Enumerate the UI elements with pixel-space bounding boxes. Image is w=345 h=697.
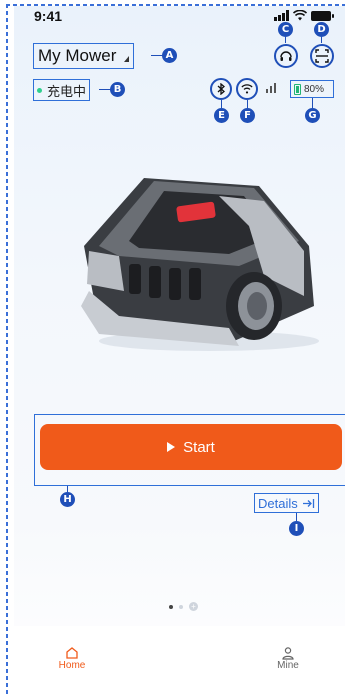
- scan-glyph-icon: [315, 49, 329, 63]
- annotation-leader-e: [221, 100, 222, 108]
- device-selector[interactable]: My Mower: [33, 43, 135, 69]
- cellular-signal-icon: [274, 10, 289, 21]
- app-screen: 9:41 My Mower A 充电中 B C D E F 80% G Star…: [14, 6, 345, 697]
- arrow-right-to-line-icon: [302, 498, 314, 508]
- status-bar: 9:41: [14, 6, 345, 28]
- bottom-tab-bar: Home Mine: [14, 626, 345, 697]
- tab-mine-label: Mine: [277, 660, 299, 671]
- mower-illustration: [81, 178, 319, 351]
- annotation-marker-c: C: [278, 22, 293, 37]
- annotation-marker-g: G: [305, 108, 320, 123]
- annotation-marker-b: B: [110, 82, 125, 97]
- page-indicator: +: [169, 602, 198, 611]
- device-status-badge: 充电中: [33, 79, 91, 101]
- headset-glyph-icon: [280, 51, 292, 61]
- start-mowing-button[interactable]: Start: [40, 424, 342, 470]
- bluetooth-icon[interactable]: [210, 78, 232, 100]
- support-headset-icon[interactable]: [274, 44, 298, 68]
- annotation-leader-d: [321, 37, 322, 43]
- user-icon: [282, 647, 294, 660]
- annotation-marker-d: D: [314, 22, 329, 37]
- annotation-marker-f: F: [240, 108, 255, 123]
- device-battery-indicator: 80%: [290, 80, 334, 98]
- tab-home[interactable]: Home: [42, 646, 102, 671]
- device-wifi-icon[interactable]: [236, 78, 258, 100]
- tab-home-label: Home: [58, 660, 86, 671]
- annotation-marker-i: I: [289, 521, 304, 536]
- annotation-leader-c: [285, 37, 286, 43]
- tab-mine[interactable]: Mine: [258, 646, 318, 671]
- annotation-marker-a: A: [162, 48, 177, 63]
- details-label: Details: [258, 495, 298, 511]
- start-button-label: Start: [183, 438, 215, 456]
- scan-icon[interactable]: [310, 44, 334, 68]
- annotation-marker-e: E: [214, 108, 229, 123]
- page-dot[interactable]: [179, 604, 183, 609]
- status-icons: [274, 10, 334, 21]
- annotation-frame-left: [6, 4, 8, 697]
- status-dot-icon: [37, 87, 42, 93]
- home-icon: [66, 647, 78, 659]
- annotation-marker-h: H: [60, 492, 75, 507]
- play-icon: [167, 442, 176, 452]
- add-device-icon[interactable]: +: [189, 602, 198, 611]
- battery-percent: 80%: [304, 83, 325, 95]
- details-link[interactable]: Details: [254, 493, 319, 513]
- status-time: 9:41: [34, 8, 63, 24]
- device-status-text: 充电中: [47, 83, 87, 99]
- device-signal-icon: [266, 82, 276, 93]
- annotation-leader-f: [247, 100, 248, 108]
- wifi-glyph-icon: [241, 84, 253, 94]
- wifi-icon: [293, 10, 307, 21]
- annotation-leader-i: [296, 513, 297, 521]
- annotation-leader-g: [312, 98, 313, 108]
- page-dot-active[interactable]: [169, 604, 173, 609]
- dropdown-caret-icon: [124, 56, 130, 62]
- bluetooth-glyph-icon: [217, 83, 225, 95]
- device-name: My Mower: [38, 46, 117, 65]
- phone-battery-icon: [311, 10, 334, 21]
- battery-icon: [294, 83, 301, 95]
